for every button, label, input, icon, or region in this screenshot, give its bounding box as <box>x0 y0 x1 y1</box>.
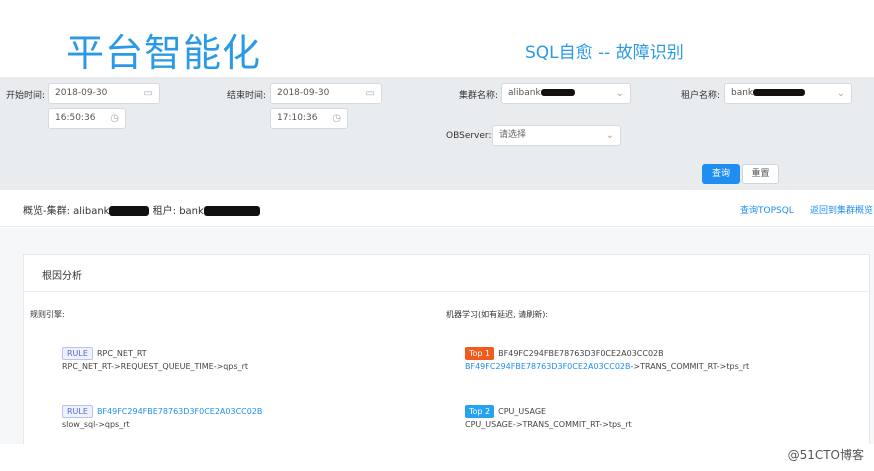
end-date-value: 2018-09-30 <box>277 88 330 98</box>
observer-placeholder: 请选择 <box>499 130 527 140</box>
ml-item: Top 2 CPU_USAGE <box>465 405 546 418</box>
chevron-down-icon: ⌄ <box>605 130 614 141</box>
calendar-icon: ▭ <box>365 88 375 99</box>
top1-tag: Top 1 <box>465 347 495 360</box>
rule-name: RPC_NET_RT <box>96 349 147 358</box>
tenant-select[interactable]: bank ⌄ <box>724 83 852 104</box>
back-to-cluster-link[interactable]: 返回到集群概览 <box>810 203 873 216</box>
tenant-value: bank <box>731 88 754 98</box>
card-title: 根因分析 <box>42 271 82 282</box>
ml-detail: CPU_USAGE->TRANS_COMMIT_RT->tps_rt <box>465 420 632 429</box>
footer-band <box>0 444 874 471</box>
observer-select[interactable]: 请选择 ⌄ <box>492 125 621 146</box>
rule-name-link[interactable]: BF49FC294FBE78763D3F0CE2A03CC02B <box>97 407 262 416</box>
cluster-value: alibank <box>508 88 541 98</box>
overview-cluster: 概览-集群: alibank <box>23 206 110 217</box>
start-time-picker[interactable]: 16:50:36 ◷ <box>48 108 126 129</box>
rule-detail: slow_sql->qps_rt <box>62 420 130 429</box>
redaction-mark <box>109 206 150 216</box>
overview-tenant: 租户: bank <box>152 206 204 217</box>
ml-detail-rest: ->TRANS_COMMIT_RT->tps_rt <box>630 362 750 371</box>
ml-name: CPU_USAGE <box>498 407 547 416</box>
root-cause-card: 根因分析 规则引擎: 机器学习(如有延迟, 请刷新): RULE RPC_NET_… <box>23 254 870 444</box>
start-time-label: 开始时间: <box>6 91 46 101</box>
rule-detail: RPC_NET_RT->REQUEST_QUEUE_TIME->qps_rt <box>62 362 249 371</box>
start-date-value: 2018-09-30 <box>55 88 108 98</box>
ml-item: Top 1 BF49FC294FBE78763D3F0CE2A03CC02B <box>465 347 664 360</box>
rule-tag: RULE <box>62 347 93 360</box>
ml-detail-link[interactable]: BF49FC294FBE78763D3F0CE2A03CC02B <box>465 362 630 371</box>
divider <box>24 291 869 292</box>
tenant-label: 租户名称: <box>681 91 721 101</box>
reset-button[interactable]: 重置 <box>742 164 779 184</box>
query-button[interactable]: 查询 <box>702 164 740 184</box>
calendar-icon: ▭ <box>143 88 153 99</box>
clock-icon: ◷ <box>110 113 119 124</box>
ml-title: 机器学习(如有延迟, 请刷新): <box>446 310 549 319</box>
start-date-picker[interactable]: 2018-09-30 ▭ <box>48 83 160 104</box>
ml-name: BF49FC294FBE78763D3F0CE2A03CC02B <box>498 349 664 358</box>
rule-engine-title: 规则引擎: <box>30 310 65 319</box>
ml-detail: BF49FC294FBE78763D3F0CE2A03CC02B->TRANS_… <box>465 362 749 371</box>
watermark: @51CTO博客 <box>787 448 864 462</box>
redaction-mark <box>753 89 806 96</box>
chevron-down-icon: ⌄ <box>615 88 624 99</box>
end-time-value: 17:10:36 <box>277 113 318 123</box>
overview-bar: 概览-集群: alibank 租户: bank 查询TOPSQL 返回到集群概览 <box>0 190 874 227</box>
slide-subtitle: SQL自愈 -- 故障识别 <box>525 43 684 63</box>
rule-tag: RULE <box>62 405 93 418</box>
filter-panel: 开始时间: 2018-09-30 ▭ 16:50:36 ◷ 结束时间: 2018… <box>0 77 874 190</box>
end-time-label: 结束时间: <box>227 91 267 101</box>
clock-icon: ◷ <box>332 113 341 124</box>
end-time-picker[interactable]: 17:10:36 ◷ <box>270 108 348 129</box>
rule-item: RULE RPC_NET_RT <box>62 347 147 360</box>
chevron-down-icon: ⌄ <box>836 88 845 99</box>
cluster-select[interactable]: alibank ⌄ <box>501 83 631 104</box>
observer-label: OBServer: <box>446 131 492 141</box>
start-time-value: 16:50:36 <box>55 113 96 123</box>
query-topsql-link[interactable]: 查询TOPSQL <box>740 203 794 216</box>
top2-tag: Top 2 <box>465 405 495 418</box>
slide-title: 平台智能化 <box>66 31 262 75</box>
redaction-mark <box>540 89 575 96</box>
rule-item: RULE BF49FC294FBE78763D3F0CE2A03CC02B <box>62 405 262 418</box>
cluster-label: 集群名称: <box>459 91 499 101</box>
end-date-picker[interactable]: 2018-09-30 ▭ <box>270 83 382 104</box>
overview-breadcrumb: 概览-集群: alibank 租户: bank <box>23 202 260 217</box>
redaction-mark <box>203 206 260 216</box>
